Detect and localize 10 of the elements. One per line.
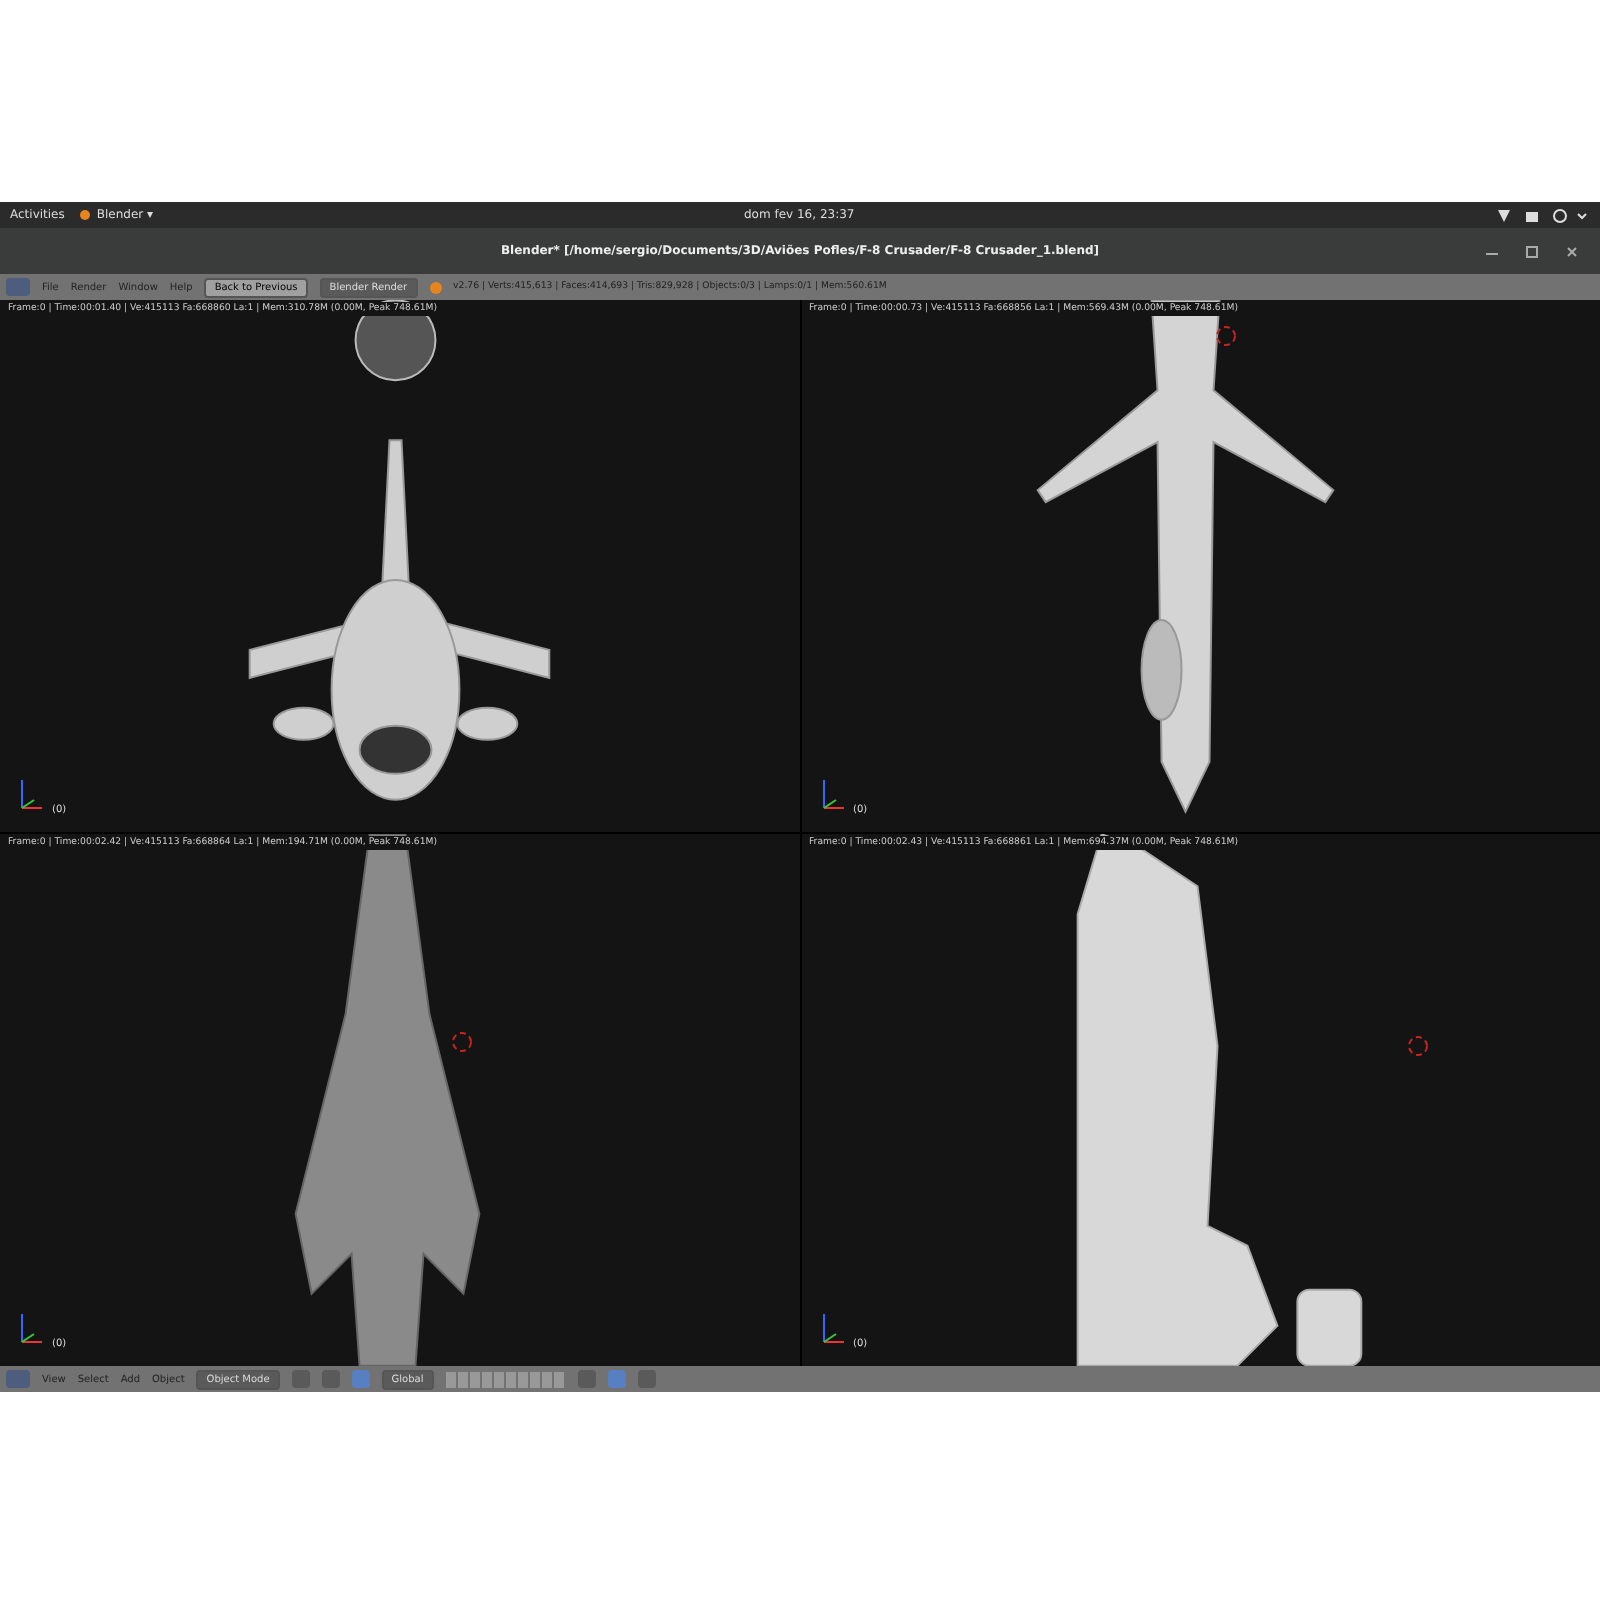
app-icon bbox=[80, 210, 91, 220]
close-icon[interactable] bbox=[1564, 243, 1580, 259]
axis-gizmo-icon bbox=[817, 776, 845, 812]
axis-gizmo-icon bbox=[16, 776, 44, 812]
layer-buttons[interactable] bbox=[445, 1371, 566, 1387]
blender-logo-icon bbox=[429, 281, 442, 293]
system-tray-icon[interactable] bbox=[1494, 207, 1590, 223]
maximize-icon[interactable] bbox=[1524, 243, 1540, 259]
axis-gizmo-icon bbox=[817, 1310, 845, 1346]
axis-gizmo-icon bbox=[16, 1310, 44, 1346]
